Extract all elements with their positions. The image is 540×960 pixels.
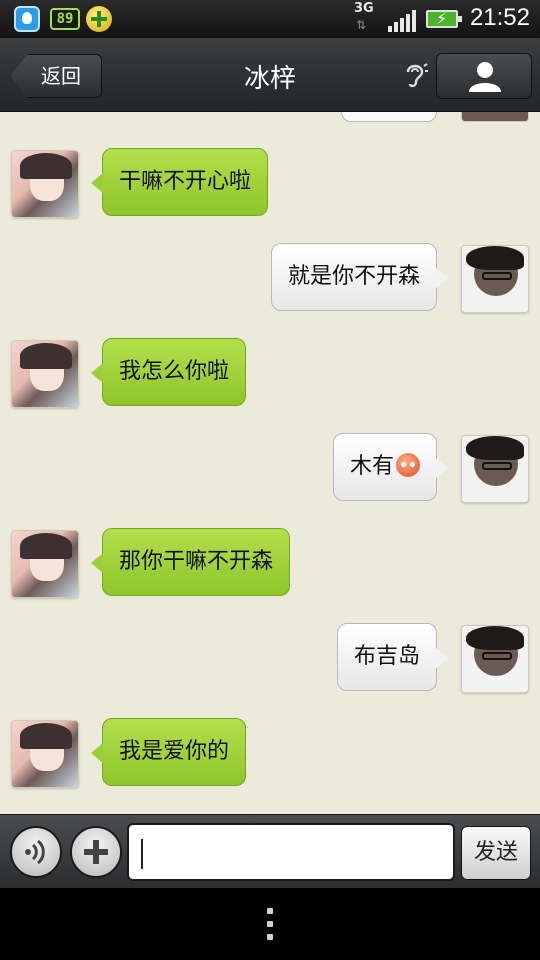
plus-button[interactable]: [70, 826, 122, 878]
message-bubble-received[interactable]: 我是爱你的: [90, 718, 247, 786]
my-avatar[interactable]: [461, 245, 529, 313]
chat-area[interactable]: 干嘛不开心啦 就是你不开森 我怎么你啦 木有 那你干嘛不开森 布吉岛 我是爱你的: [0, 112, 540, 814]
message-bubble-received[interactable]: 那你干嘛不开森: [90, 528, 291, 596]
status-time: 21:52: [469, 4, 530, 31]
message-text: 木有: [349, 454, 394, 479]
message-text: 布吉岛: [353, 644, 420, 669]
data-arrows-icon: ⇅: [356, 18, 367, 32]
voice-icon: [25, 839, 45, 865]
message-bubble-received[interactable]: 干嘛不开心啦: [90, 148, 269, 216]
message-text: 干嘛不开心啦: [119, 169, 252, 194]
signal-icon: [388, 10, 416, 32]
blush-emoji-icon: [396, 453, 420, 477]
contact-avatar[interactable]: [11, 150, 79, 218]
ear-icon[interactable]: [402, 60, 428, 90]
message-bubble-sent[interactable]: 布吉岛: [336, 623, 449, 691]
battery-app-icon: 89: [50, 8, 80, 30]
message-text: 就是你不开森: [287, 264, 420, 289]
plus-icon: [84, 840, 108, 864]
send-button[interactable]: 发送: [461, 826, 531, 880]
contact-avatar[interactable]: [11, 720, 79, 788]
profile-button[interactable]: [436, 53, 532, 99]
contact-avatar[interactable]: [11, 530, 79, 598]
previous-message-bubble: [341, 112, 437, 122]
navigation-bar: [0, 888, 540, 960]
battery-icon: ⚡: [426, 9, 462, 28]
my-avatar[interactable]: [461, 435, 529, 503]
message-text: 我怎么你啦: [119, 359, 230, 384]
message-bubble-sent[interactable]: 木有: [332, 433, 449, 501]
security-360-icon: [86, 6, 112, 32]
message-bubble-sent[interactable]: 就是你不开森: [270, 243, 449, 311]
status-bar: 89 3G ⇅ ⚡ 21:52: [0, 0, 540, 38]
3g-icon: 3G: [354, 1, 374, 16]
my-avatar[interactable]: [461, 625, 529, 693]
message-bubble-received[interactable]: 我怎么你啦: [90, 338, 247, 406]
voice-button[interactable]: [10, 826, 62, 878]
input-bar: 发送: [0, 814, 540, 888]
contact-avatar[interactable]: [11, 340, 79, 408]
text-caret: [141, 839, 143, 869]
person-icon: [469, 62, 501, 92]
title-bar: 返回 冰梓: [0, 38, 540, 112]
qq-icon: [14, 6, 40, 32]
charging-bolt-icon: ⚡: [436, 9, 448, 28]
message-input-field[interactable]: [129, 825, 453, 879]
previous-message-avatar: [461, 112, 529, 122]
message-text: 那你干嘛不开森: [119, 549, 274, 574]
menu-icon[interactable]: [266, 908, 274, 942]
message-input[interactable]: [127, 823, 455, 881]
message-text: 我是爱你的: [119, 739, 230, 764]
